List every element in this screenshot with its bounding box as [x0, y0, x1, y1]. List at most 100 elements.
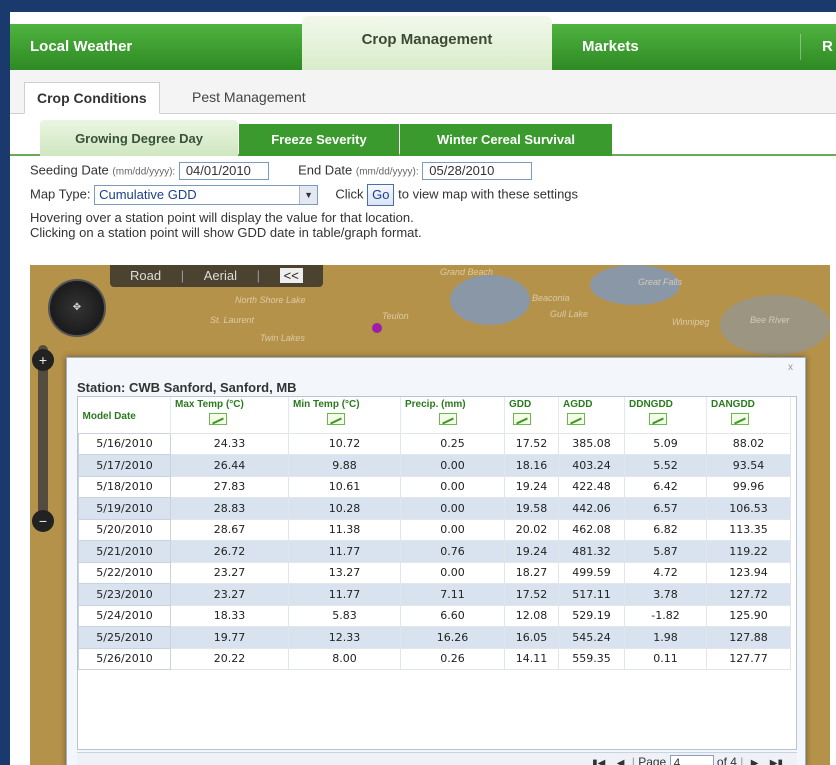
value-cell: 1.98 [624, 626, 707, 649]
column-header-ddngdd[interactable]: DDNGDD [624, 397, 707, 433]
column-header-min-temp[interactable]: Min Temp (°C) [288, 397, 401, 433]
seeding-date-field[interactable]: 04/01/2010 [178, 162, 269, 180]
page-number-input[interactable]: 4 [669, 755, 714, 765]
last-page-icon[interactable]: ▶▮ [770, 758, 783, 765]
value-cell: 127.72 [706, 583, 791, 606]
tab-crop-management[interactable]: Crop Management [302, 16, 552, 70]
table-row: 5/22/2010 23.27 13.27 0.00 18.27 499.59 4.72 12… [78, 561, 791, 584]
next-page-icon[interactable]: ▶ [751, 758, 759, 765]
map-type-label: Map Type: [30, 186, 91, 202]
value-cell: 93.54 [706, 454, 791, 477]
value-cell: 11.77 [288, 540, 401, 563]
value-cell: 422.48 [558, 475, 625, 498]
close-icon[interactable]: x [788, 362, 793, 373]
value-cell: 5.87 [624, 540, 707, 563]
value-cell: 16.05 [504, 626, 559, 649]
table-pager: ▮◀ ◀ | Page 4 of 4 | ▶ ▶▮ [77, 752, 797, 765]
tab-growing-degree-day[interactable]: Growing Degree Day [40, 120, 238, 156]
value-cell: 0.76 [400, 540, 505, 563]
value-cell: 113.35 [706, 518, 791, 541]
click-hint: Clicking on a station point will show GD… [30, 225, 422, 240]
column-header-max-temp[interactable]: Max Temp (°C) [170, 397, 289, 433]
map-place-label: Great Falls [638, 277, 683, 287]
station-data-popup: x Station: CWB Sanford, Sanford, MB Mode… [66, 357, 806, 765]
chart-icon[interactable] [567, 413, 585, 425]
collapse-button[interactable]: << [279, 268, 303, 283]
pan-compass-icon[interactable]: ✥ [48, 279, 106, 337]
station-point[interactable] [372, 323, 382, 333]
date-cell: 5/26/2010 [78, 647, 171, 670]
tab-markets[interactable]: Markets [582, 24, 639, 70]
value-cell: 545.24 [558, 626, 625, 649]
road-view-button[interactable]: Road [130, 268, 161, 283]
value-cell: 11.77 [288, 583, 401, 606]
chart-icon[interactable] [513, 413, 531, 425]
map-place-label: Gull Lake [550, 309, 589, 319]
date-cell: 5/25/2010 [78, 626, 171, 649]
value-cell: 10.61 [288, 475, 401, 498]
table-row: 5/24/2010 18.33 5.83 6.60 12.08 529.19 -1.82 12… [78, 604, 791, 627]
column-header-dangdd[interactable]: DANGDD [706, 397, 791, 433]
value-cell: 385.08 [558, 432, 625, 455]
value-cell: -1.82 [624, 604, 707, 627]
value-cell: 18.33 [170, 604, 289, 627]
tab-freeze-severity[interactable]: Freeze Severity [239, 124, 399, 156]
end-date-label: End Date [298, 162, 353, 178]
value-cell: 8.00 [288, 647, 401, 670]
table-row: 5/19/2010 28.83 10.28 0.00 19.58 442.06 6.57 10… [78, 497, 791, 520]
table-row: 5/16/2010 24.33 10.72 0.25 17.52 385.08 5.09 88… [78, 432, 791, 455]
chart-icon[interactable] [209, 413, 227, 425]
column-header-gdd[interactable]: GDD [504, 397, 559, 433]
aerial-view-button[interactable]: Aerial [204, 268, 237, 283]
tab-local-weather[interactable]: Local Weather [30, 24, 132, 70]
value-cell: 481.32 [558, 540, 625, 563]
zoom-out-icon[interactable]: − [32, 510, 54, 532]
column-header-model-date[interactable]: Model Date [78, 397, 171, 433]
map-place-label: Twin Lakes [260, 333, 305, 343]
map-place-label: Winnipeg [672, 317, 710, 327]
date-cell: 5/23/2010 [78, 583, 171, 606]
tab-more[interactable]: R [822, 24, 833, 70]
value-cell: 18.16 [504, 454, 559, 477]
column-header-precip[interactable]: Precip. (mm) [400, 397, 505, 433]
page-label: Page [638, 755, 667, 765]
subtab-crop-conditions[interactable]: Crop Conditions [24, 82, 160, 114]
first-page-icon[interactable]: ▮◀ [592, 758, 605, 765]
chevron-down-icon[interactable]: ▼ [299, 186, 318, 204]
value-cell: 125.90 [706, 604, 791, 627]
value-cell: 27.83 [170, 475, 289, 498]
value-cell: 5.52 [624, 454, 707, 477]
map-lake [720, 295, 830, 355]
previous-page-icon[interactable]: ◀ [617, 758, 625, 765]
date-cell: 5/18/2010 [78, 475, 171, 498]
map-type-select[interactable]: Cumulative GDD ▼ [94, 185, 319, 205]
chart-icon[interactable] [327, 413, 345, 425]
value-cell: 10.72 [288, 432, 401, 455]
date-cell: 5/24/2010 [78, 604, 171, 627]
chart-icon[interactable] [649, 413, 667, 425]
chart-icon[interactable] [439, 413, 457, 425]
tab-winter-cereal-survival[interactable]: Winter Cereal Survival [400, 124, 612, 156]
value-cell: 5.83 [288, 604, 401, 627]
value-cell: 24.33 [170, 432, 289, 455]
value-cell: 19.24 [504, 540, 559, 563]
map-place-label: North Shore Lake [235, 295, 306, 305]
chart-icon[interactable] [731, 413, 749, 425]
table-row: 5/25/2010 19.77 12.33 16.26 16.05 545.24 1.98 1… [78, 626, 791, 649]
subtab-pest-management[interactable]: Pest Management [180, 82, 318, 114]
value-cell: 12.08 [504, 604, 559, 627]
column-header-agdd[interactable]: AGDD [558, 397, 625, 433]
zoom-slider[interactable] [38, 345, 48, 525]
value-cell: 6.42 [624, 475, 707, 498]
end-date-field[interactable]: 05/28/2010 [422, 162, 533, 180]
value-cell: 0.11 [624, 647, 707, 670]
value-cell: 517.11 [558, 583, 625, 606]
zoom-in-icon[interactable]: + [32, 349, 54, 371]
value-cell: 16.26 [400, 626, 505, 649]
map-place-label: Beaconia [532, 293, 570, 303]
table-row: 5/21/2010 26.72 11.77 0.76 19.24 481.32 5.87 11… [78, 540, 791, 563]
value-cell: 559.35 [558, 647, 625, 670]
map-type-value: Cumulative GDD [99, 187, 197, 202]
go-button[interactable]: Go [367, 184, 395, 206]
value-cell: 123.94 [706, 561, 791, 584]
